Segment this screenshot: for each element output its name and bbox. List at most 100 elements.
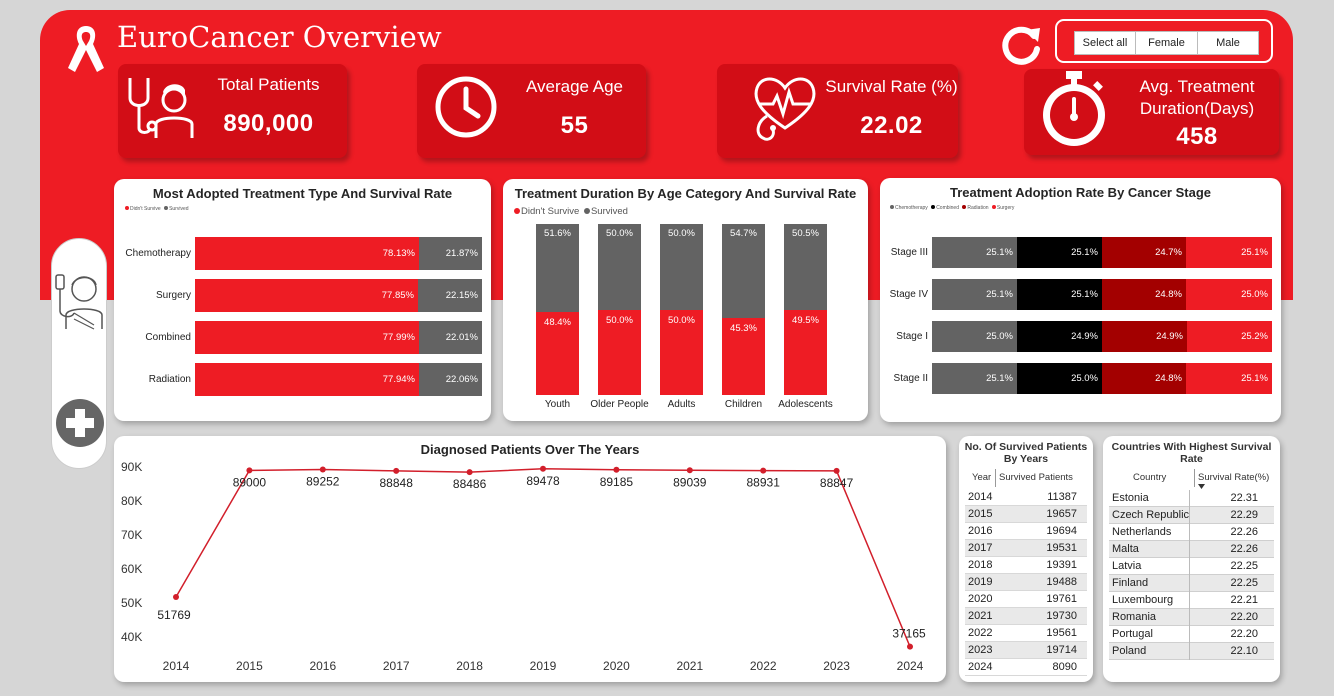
table-row[interactable]: Portugal 22.20 <box>1109 626 1274 643</box>
table-title: No. Of Survived Patients By Years <box>964 441 1088 465</box>
table-title: Countries With Highest Survival Rate <box>1111 441 1272 465</box>
data-label: 88848 <box>380 476 414 490</box>
kpi-label: Survival Rate (%) <box>825 77 958 96</box>
table-row[interactable]: 2024 8090 <box>965 659 1087 676</box>
kpi-total-patients: Total Patients 890,000 <box>118 64 347 158</box>
data-point <box>760 467 767 474</box>
kpi-value: 458 <box>1176 123 1218 150</box>
table-row[interactable]: 2020 19761 <box>965 591 1087 608</box>
cell-year: 2023 <box>968 644 993 656</box>
bar-segment: 24.8% <box>1102 279 1186 310</box>
refresh-icon[interactable] <box>998 22 1044 68</box>
data-label: 89478 <box>526 474 560 488</box>
cell-country: Malta <box>1112 543 1139 555</box>
bar-segment: 24.9% <box>1102 321 1187 352</box>
cancer-stage-card: Treatment Adoption Rate By Cancer Stage … <box>880 178 1281 422</box>
column-header-year[interactable]: Year <box>972 472 991 483</box>
table-row[interactable]: 2019 19488 <box>965 574 1087 591</box>
column-segment-survived: 54.7% <box>722 224 765 318</box>
y-tick-label: 60K <box>121 562 142 576</box>
x-tick-label: 2016 <box>309 659 336 673</box>
column-segment-didnt-survive: 50.0% <box>598 310 641 395</box>
cell-survived-patients: 19714 <box>1046 644 1077 656</box>
cell-year: 2018 <box>968 559 993 571</box>
series-line <box>175 468 911 647</box>
slicer-option-female[interactable]: Female <box>1135 31 1198 55</box>
data-label: 89185 <box>600 475 634 489</box>
sort-descending-icon[interactable] <box>1198 484 1205 489</box>
table-row[interactable]: 2023 19714 <box>965 642 1087 659</box>
slicer-option-male[interactable]: Male <box>1197 31 1259 55</box>
cell-survival-rate: 22.20 <box>1230 611 1258 623</box>
cell-country: Luxembourg <box>1112 594 1174 606</box>
table-row[interactable]: Estonia 22.31 <box>1109 490 1274 507</box>
kpi-average-age: Average Age 55 <box>417 64 646 158</box>
table-row[interactable]: 2015 19657 <box>965 506 1087 523</box>
kpi-avg-treatment-duration: Avg. Treatment Duration(Days) 458 <box>1024 69 1279 155</box>
table-row[interactable]: Romania 22.20 <box>1109 609 1274 626</box>
data-point <box>833 467 840 474</box>
table-row[interactable]: Poland 22.10 <box>1109 643 1274 660</box>
column-segment-survived: 51.6% <box>536 224 579 312</box>
data-point <box>907 643 913 650</box>
table-row[interactable]: Latvia 22.25 <box>1109 558 1274 575</box>
data-point <box>319 466 326 473</box>
clock-icon <box>435 76 497 138</box>
table-row[interactable]: 2021 19730 <box>965 608 1087 625</box>
column-divider <box>1189 541 1190 558</box>
legend-dot <box>583 208 590 214</box>
page-title: EuroCancer Overview <box>117 20 442 54</box>
patient-icon[interactable] <box>54 269 106 331</box>
data-point <box>173 593 179 600</box>
cell-survived-patients: 19391 <box>1046 559 1077 571</box>
column-header-survival-rate[interactable]: Survival Rate(%) <box>1198 472 1269 483</box>
data-point <box>246 467 253 474</box>
survived-patients-table: No. Of Survived Patients By Years Year S… <box>959 436 1093 682</box>
column-divider <box>1189 609 1190 626</box>
column-divider <box>1189 575 1190 592</box>
column-divider <box>995 469 996 487</box>
column-segment-survived: 50.0% <box>598 224 641 310</box>
bar-segment: 77.99% <box>195 321 419 354</box>
x-tick-label: 2023 <box>823 659 850 673</box>
column-header-survived[interactable]: Survived Patients <box>999 472 1073 483</box>
table-row[interactable]: Luxembourg 22.21 <box>1109 592 1274 609</box>
table-row[interactable]: Finland 22.25 <box>1109 575 1274 592</box>
table-row[interactable]: 2016 19694 <box>965 523 1087 540</box>
data-point <box>613 466 620 473</box>
table-row[interactable]: Netherlands 22.26 <box>1109 524 1274 541</box>
y-tick-label: 80K <box>121 494 142 508</box>
slicer-option-select-all[interactable]: Select all <box>1074 31 1136 55</box>
column-header-country[interactable]: Country <box>1133 472 1166 483</box>
cell-survival-rate: 22.25 <box>1230 560 1258 572</box>
bar-segment: 25.2% <box>1187 321 1272 352</box>
x-tick-label: 2018 <box>456 659 483 673</box>
category-label: Surgery <box>155 290 191 301</box>
table-row[interactable]: Czech Republic 22.29 <box>1109 507 1274 524</box>
table-row[interactable]: 2014 11387 <box>965 489 1087 506</box>
y-tick-label: 40K <box>121 630 142 644</box>
kpi-value: 22.02 <box>860 112 923 139</box>
bar-segment: 21.87% <box>419 237 482 270</box>
x-tick-label: 2022 <box>750 659 777 673</box>
data-label: 88486 <box>453 477 487 491</box>
bar-segment: 24.8% <box>1102 363 1186 394</box>
bar-segment: 24.9% <box>1017 321 1102 352</box>
column-segment-survived: 50.5% <box>784 224 827 310</box>
cell-country: Latvia <box>1112 560 1142 572</box>
table-row[interactable]: 2022 19561 <box>965 625 1087 642</box>
column-divider <box>1189 643 1190 660</box>
cell-year: 2021 <box>968 610 993 622</box>
cell-country: Poland <box>1112 645 1147 657</box>
table-row[interactable]: 2018 19391 <box>965 557 1087 574</box>
chart-title: Treatment Adoption Rate By Cancer Stage <box>949 185 1211 200</box>
cell-year: 2015 <box>968 508 993 520</box>
bar-segment: 25.1% <box>932 237 1017 268</box>
category-label: Radiation <box>148 374 191 385</box>
table-row[interactable]: Malta 22.26 <box>1109 541 1274 558</box>
medical-cross-icon[interactable] <box>54 397 106 449</box>
kpi-survival-rate: Survival Rate (%) 22.02 <box>717 64 958 158</box>
kpi-value: 55 <box>560 112 589 139</box>
table-row[interactable]: 2017 19531 <box>965 540 1087 557</box>
cell-country: Portugal <box>1112 628 1153 640</box>
